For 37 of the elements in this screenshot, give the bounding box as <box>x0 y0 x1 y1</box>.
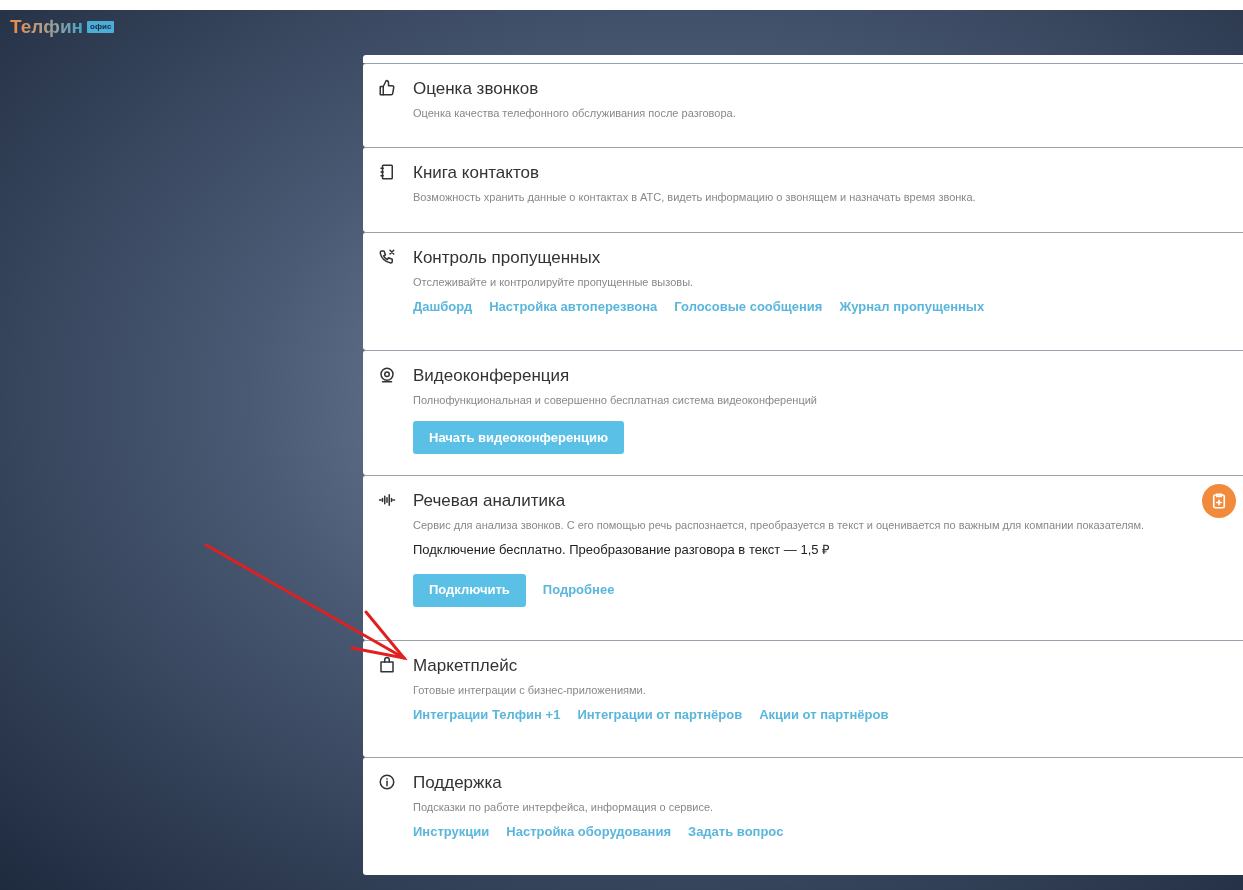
clipboard-plus-icon <box>1210 492 1228 510</box>
section-description: Отслеживайте и контролируйте пропущенные вызовы. <box>413 275 695 289</box>
section-link[interactable]: Голосовые сообщения <box>674 297 823 317</box>
section-link[interactable]: Задать вопрос <box>688 822 784 842</box>
section-description: Полнофункциональная и совершенно бесплатная система видеоконференций <box>413 393 818 407</box>
section-link[interactable]: Инструкции <box>413 822 490 842</box>
section-title: Видеоконференция <box>413 365 571 387</box>
notebook-icon <box>378 163 396 181</box>
section-title: Оценка звонков <box>413 78 540 100</box>
section-title: Контроль пропущенных <box>413 247 602 269</box>
section-title: Поддержка <box>413 772 503 794</box>
section-link[interactable]: Интеграции Телфин +1 <box>413 705 561 725</box>
thumbs-up-icon <box>378 79 396 97</box>
section-title: Книга контактов <box>413 162 541 184</box>
pricing-note: Подключение бесплатно. Преобразование разговора в текст — 1,5 ₽ <box>413 541 832 559</box>
section-description: Возможность хранить данные о контактах в АТС, видеть информацию о звонящем и назначать время звонка. <box>413 190 976 204</box>
shopping-bag-icon <box>378 656 396 674</box>
section-link[interactable]: Настройка автоперезвона <box>489 297 658 317</box>
action-button[interactable]: Подключить <box>413 573 526 607</box>
action-button[interactable]: Начать видеоконференцию <box>413 421 625 454</box>
section-description: Подсказки по работе интерфейса, информация о сервисе. <box>413 800 715 814</box>
section-link[interactable]: Журнал пропущенных <box>839 297 985 317</box>
webcam-icon <box>378 366 396 384</box>
section-link[interactable]: Настройка оборудования <box>506 822 671 842</box>
section-link[interactable]: Дашборд <box>413 297 473 317</box>
section-link[interactable]: Акции от партнёров <box>759 705 889 725</box>
section-description: Оценка качества телефонного обслуживания после разговора. <box>413 106 736 120</box>
section-description: Готовые интеграции с бизнес-приложениями. <box>413 683 647 697</box>
section-title: Речевая аналитика <box>413 490 567 512</box>
info-icon <box>378 773 396 791</box>
section-link[interactable]: Подробнее <box>542 580 615 600</box>
soundwave-icon <box>378 491 396 509</box>
missed-call-icon <box>378 248 396 266</box>
logo-badge: офис <box>87 21 115 33</box>
section-title: Маркетплейс <box>413 655 519 677</box>
section-link[interactable]: Интеграции от партнёров <box>577 705 743 725</box>
section-description: Сервис для анализа звонков. С его помощью речь распознается, преобразуется в текст и оценивается по важным для компании показателям. <box>413 518 1145 532</box>
